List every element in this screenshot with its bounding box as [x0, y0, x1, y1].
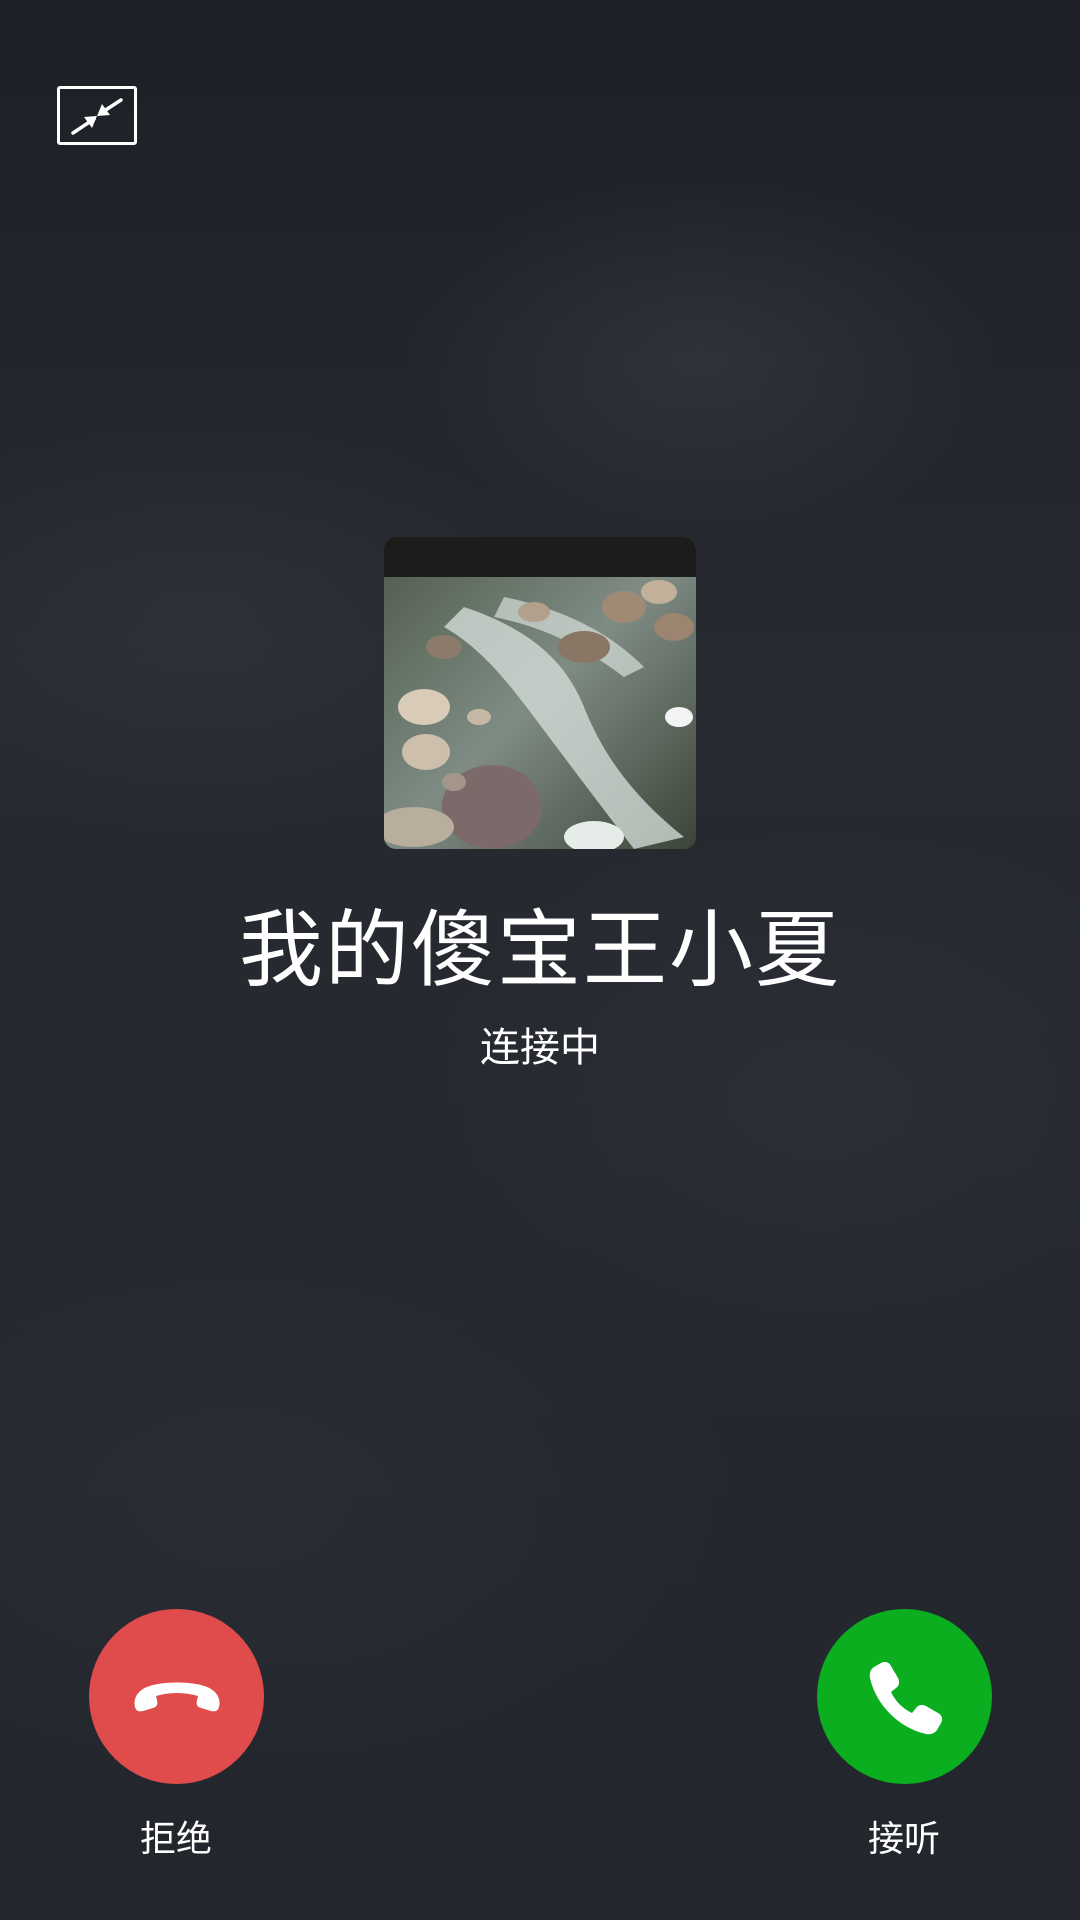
phone-answer-icon	[869, 1661, 942, 1734]
caller-avatar	[384, 537, 696, 849]
decline-label: 拒绝	[139, 1819, 212, 1860]
incoming-call-screen: 我的傻宝王小夏 连接中 拒绝 接听	[0, 0, 1080, 1920]
decline-button[interactable]	[89, 1609, 264, 1784]
call-status: 连接中	[480, 1025, 600, 1071]
accept-button[interactable]	[817, 1609, 992, 1784]
phone-hangup-icon	[134, 1682, 219, 1711]
minimize-button[interactable]	[57, 86, 137, 145]
accept-label: 接听	[867, 1819, 940, 1860]
caller-name: 我的傻宝王小夏	[238, 901, 841, 999]
minimize-icon	[71, 97, 123, 135]
